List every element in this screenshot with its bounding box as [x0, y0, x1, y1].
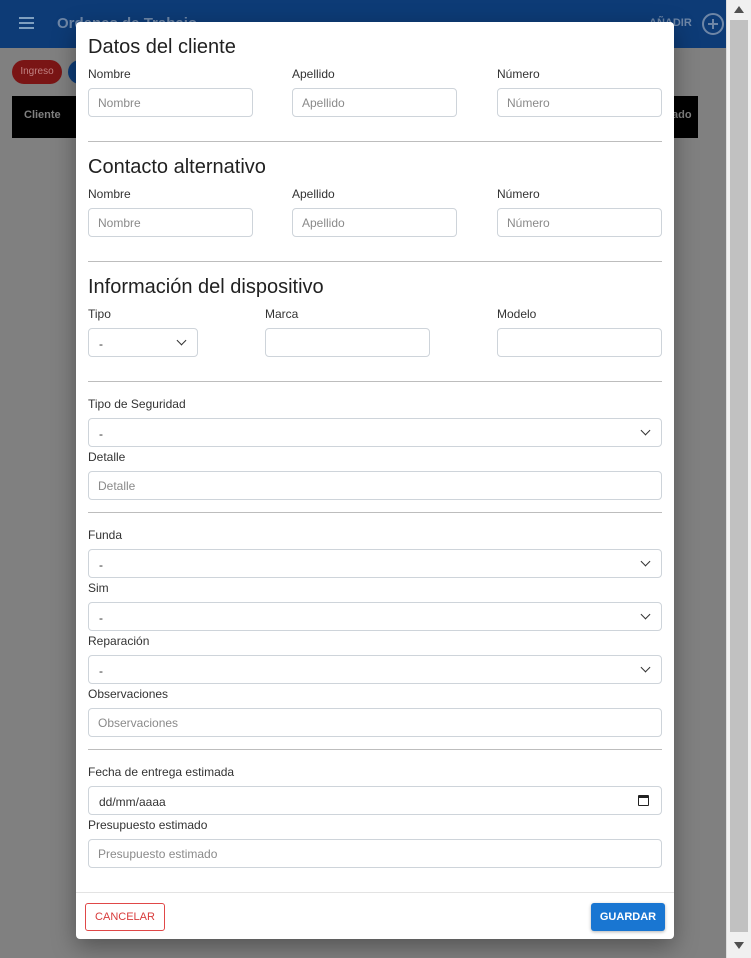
- chevron-down-icon: [640, 556, 651, 567]
- tipo-seguridad-label: Tipo de Seguridad: [88, 397, 186, 411]
- cliente-numero-input[interactable]: [497, 88, 662, 117]
- sim-select[interactable]: -: [88, 602, 662, 631]
- cliente-numero-label: Número: [497, 67, 540, 81]
- column-header-cliente: Cliente: [24, 109, 61, 121]
- dialog-content: Datos del cliente Nombre Apellido Número…: [88, 22, 662, 892]
- divider: [88, 749, 662, 750]
- scroll-down-arrow-icon[interactable]: [734, 942, 744, 949]
- column-header-estado: ado: [672, 109, 692, 121]
- cliente-nombre-label: Nombre: [88, 67, 131, 81]
- tipo-select[interactable]: -: [88, 328, 198, 357]
- section-title-contacto: Contacto alternativo: [88, 156, 266, 178]
- section-title-dispositivo: Información del dispositivo: [88, 276, 324, 298]
- scrollbar-thumb[interactable]: [730, 20, 748, 932]
- contacto-numero-input[interactable]: [497, 208, 662, 237]
- cliente-apellido-input[interactable]: [292, 88, 457, 117]
- chevron-down-icon: [640, 662, 651, 673]
- presupuesto-label: Presupuesto estimado: [88, 818, 208, 832]
- contacto-numero-label: Número: [497, 187, 540, 201]
- funda-value: -: [99, 558, 103, 572]
- chevron-down-icon: [176, 335, 187, 346]
- scrollbar[interactable]: [726, 0, 751, 958]
- chevron-down-icon: [640, 425, 651, 436]
- divider: [88, 141, 662, 142]
- save-button[interactable]: GUARDAR: [591, 903, 665, 931]
- calendar-icon[interactable]: [638, 795, 649, 806]
- tipo-seguridad-select[interactable]: -: [88, 418, 662, 447]
- detalle-input[interactable]: [88, 471, 662, 500]
- chevron-down-icon: [640, 609, 651, 620]
- funda-select[interactable]: -: [88, 549, 662, 578]
- divider: [88, 261, 662, 262]
- tipo-label: Tipo: [88, 307, 111, 321]
- contacto-apellido-input[interactable]: [292, 208, 457, 237]
- sim-value: -: [99, 611, 103, 625]
- cliente-apellido-label: Apellido: [292, 67, 335, 81]
- observaciones-label: Observaciones: [88, 687, 169, 701]
- reparacion-label: Reparación: [88, 634, 150, 648]
- contacto-nombre-label: Nombre: [88, 187, 131, 201]
- dialog-footer: CANCELAR GUARDAR: [76, 892, 674, 939]
- marca-label: Marca: [265, 307, 299, 321]
- menu-icon[interactable]: [19, 17, 34, 29]
- observaciones-input[interactable]: [88, 708, 662, 737]
- marca-input[interactable]: [265, 328, 430, 357]
- funda-label: Funda: [88, 528, 123, 542]
- fecha-entrega-input[interactable]: dd/mm/aaaa: [88, 786, 662, 815]
- scroll-up-arrow-icon[interactable]: [734, 6, 744, 13]
- contacto-apellido-label: Apellido: [292, 187, 335, 201]
- reparacion-select[interactable]: -: [88, 655, 662, 684]
- work-order-dialog: Datos del cliente Nombre Apellido Número…: [76, 22, 674, 939]
- section-title-cliente: Datos del cliente: [88, 36, 236, 58]
- presupuesto-input[interactable]: [88, 839, 662, 868]
- contacto-nombre-input[interactable]: [88, 208, 253, 237]
- tipo-select-value: -: [99, 337, 103, 351]
- fecha-entrega-label: Fecha de entrega estimada: [88, 765, 235, 779]
- tipo-seguridad-value: -: [99, 427, 103, 441]
- cancel-button[interactable]: CANCELAR: [85, 903, 165, 931]
- add-circle-icon[interactable]: [702, 13, 724, 35]
- divider: [88, 381, 662, 382]
- divider: [88, 512, 662, 513]
- fecha-entrega-value: dd/mm/aaaa: [99, 795, 166, 809]
- cliente-nombre-input[interactable]: [88, 88, 253, 117]
- detalle-label: Detalle: [88, 450, 126, 464]
- modelo-input[interactable]: [497, 328, 662, 357]
- reparacion-value: -: [99, 664, 103, 678]
- modelo-label: Modelo: [497, 307, 537, 321]
- sim-label: Sim: [88, 581, 109, 595]
- filter-chip-ingreso[interactable]: Ingreso: [12, 60, 62, 84]
